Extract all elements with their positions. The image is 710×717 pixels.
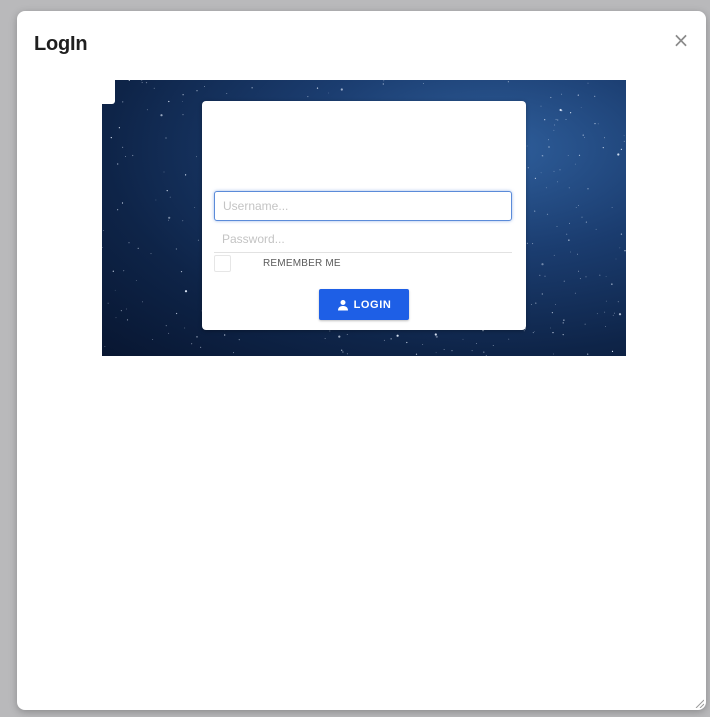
- login-card: REMEMBER ME LOGIN: [202, 101, 526, 330]
- remember-me-label: REMEMBER ME: [263, 258, 341, 269]
- login-button-label: LOGIN: [353, 298, 392, 311]
- resize-grip-icon[interactable]: [694, 698, 704, 708]
- frame-corner-tab: [102, 80, 115, 104]
- password-input[interactable]: [214, 225, 512, 253]
- login-frame: REMEMBER ME LOGIN: [102, 80, 626, 356]
- username-input[interactable]: [214, 191, 512, 221]
- dialog-title: LogIn: [34, 33, 88, 55]
- close-icon: ×: [672, 28, 690, 52]
- user-icon: [337, 299, 348, 310]
- close-button[interactable]: ×: [670, 29, 692, 51]
- login-dialog: LogIn × REMEMBER ME LOGIN: [17, 11, 706, 710]
- login-button[interactable]: LOGIN: [319, 289, 409, 320]
- remember-me-checkbox[interactable]: [214, 255, 231, 272]
